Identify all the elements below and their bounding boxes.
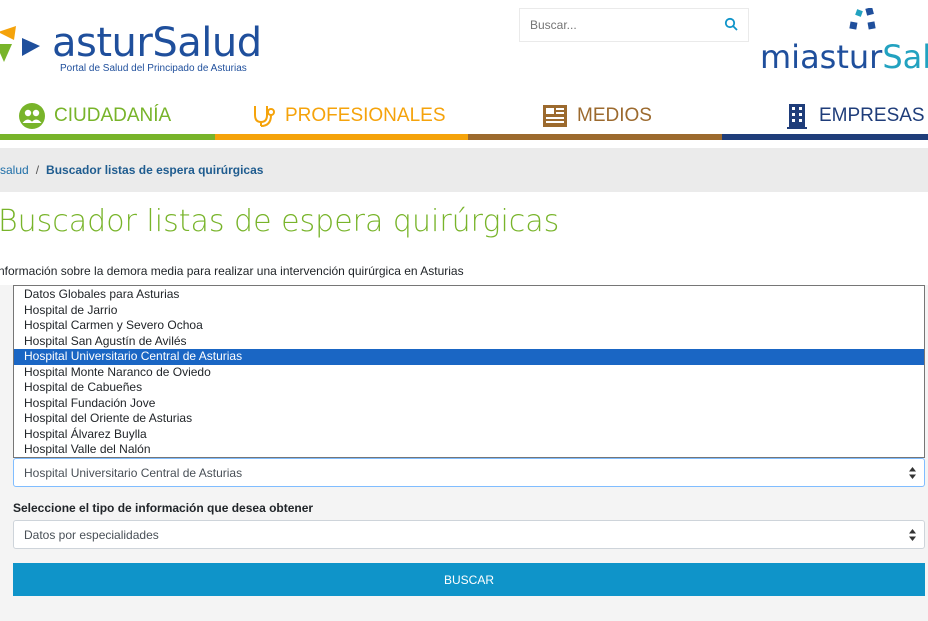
search-input[interactable] <box>520 9 710 41</box>
select-arrows-icon <box>909 529 916 541</box>
dropdown-option[interactable]: Hospital Fundación Jove <box>14 396 924 412</box>
miastursalud-logo[interactable]: miasturSalud <box>760 8 928 78</box>
dropdown-option[interactable]: Hospital San Agustín de Avilés <box>14 334 924 350</box>
miastursalud-mark-icon <box>849 8 876 30</box>
page-intro: nformación sobre la demora media para re… <box>0 264 464 278</box>
search-icon[interactable] <box>724 17 738 31</box>
main-nav: CIUDADANÍA PROFESIONALES MEDIOS EMPRESAS <box>0 92 928 140</box>
buscar-button[interactable]: BUSCAR <box>13 563 925 596</box>
people-icon <box>19 103 45 129</box>
dropdown-option[interactable]: Hospital de Jarrio <box>14 303 924 319</box>
breadcrumb-home-link[interactable]: salud <box>0 163 29 177</box>
page-title: Buscador listas de espera quirúrgicas <box>0 204 560 239</box>
hospital-select[interactable]: Hospital Universitario Central de Asturi… <box>13 458 925 487</box>
hospital-dropdown-list: Datos Globales para Asturias Hospital de… <box>13 285 925 458</box>
dropdown-option[interactable]: Datos Globales para Asturias <box>14 287 924 303</box>
nav-item-ciudadania[interactable]: CIUDADANÍA <box>18 92 171 140</box>
nav-label-ciudadania: CIUDADANÍA <box>54 105 172 126</box>
logo-tagline: Portal de Salud del Principado de Asturi… <box>60 63 247 74</box>
nav-label-medios: MEDIOS <box>577 105 652 126</box>
miastursalud-text: miasturSalud <box>760 38 928 76</box>
dropdown-option[interactable]: Hospital del Oriente de Asturias <box>14 411 924 427</box>
nav-item-medios[interactable]: MEDIOS <box>541 92 652 140</box>
info-type-label: Seleccione el tipo de información que de… <box>13 501 314 515</box>
info-type-select-value: Datos por especialidades <box>24 527 159 542</box>
dropdown-option[interactable]: Hospital Álvarez Buylla <box>14 427 924 443</box>
dropdown-option[interactable]: Hospital Valle del Nalón <box>14 442 924 458</box>
site-header: asturSalud Portal de Salud del Principad… <box>0 0 928 92</box>
nav-bar-medios <box>468 134 722 140</box>
nav-bar-empresas <box>722 134 928 140</box>
dropdown-option[interactable]: Hospital Monte Naranco de Oviedo <box>14 365 924 381</box>
select-arrows-icon <box>909 467 916 479</box>
breadcrumb: salud / Buscador listas de espera quirúr… <box>0 148 928 192</box>
nav-label-empresas: EMPRESAS <box>819 105 925 126</box>
search-box <box>519 8 749 42</box>
nav-item-profesionales[interactable]: PROFESIONALES <box>249 92 446 140</box>
nav-bar-profesionales <box>215 134 468 140</box>
info-type-select[interactable]: Datos por especialidades <box>13 520 925 549</box>
logo-text: asturSalud <box>52 20 262 66</box>
newspaper-icon <box>543 105 567 127</box>
astursalud-logo-mark-icon <box>0 26 40 62</box>
dropdown-option[interactable]: Hospital Carmen y Severo Ochoa <box>14 318 924 334</box>
nav-item-empresas[interactable]: EMPRESAS <box>783 92 925 140</box>
dropdown-option-selected[interactable]: Hospital Universitario Central de Asturi… <box>14 349 924 365</box>
nav-bar-ciudadania <box>0 134 215 140</box>
nav-label-profesionales: PROFESIONALES <box>285 105 446 126</box>
astursalud-logo[interactable]: asturSalud Portal de Salud del Principad… <box>0 18 264 78</box>
stethoscope-icon <box>254 106 275 127</box>
building-icon <box>787 104 807 129</box>
hospital-select-value: Hospital Universitario Central de Asturi… <box>24 465 243 480</box>
breadcrumb-current: Buscador listas de espera quirúrgicas <box>46 163 264 177</box>
dropdown-option[interactable]: Hospital de Cabueñes <box>14 380 924 396</box>
breadcrumb-separator: / <box>35 163 40 177</box>
